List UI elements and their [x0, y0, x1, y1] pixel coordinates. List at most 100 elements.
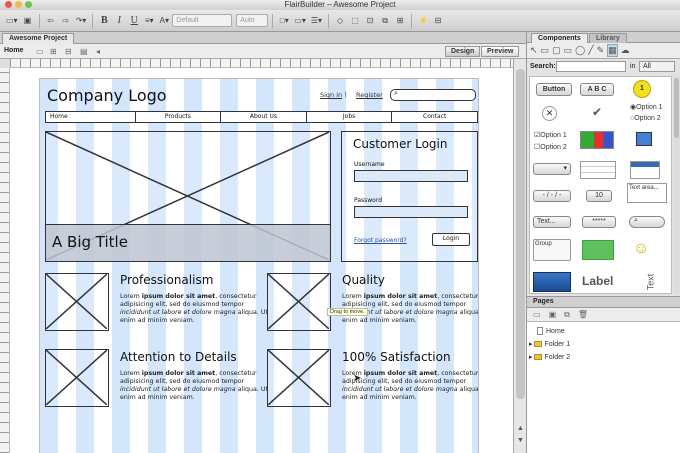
badge-component[interactable]: 1 [633, 80, 651, 98]
add-folder-icon[interactable]: ▣ [549, 310, 557, 319]
page-doc-icon[interactable]: ▭ [36, 47, 44, 56]
bolt-icon[interactable]: ⚡ [416, 14, 430, 28]
scroll-down-icon[interactable]: ▼ [517, 437, 524, 444]
design-canvas[interactable]: Company Logo Sign in | Register ⌕ Home P… [10, 68, 513, 453]
textarea-component[interactable]: Text area... [627, 183, 667, 203]
close-icon[interactable]: ✕ [542, 106, 557, 121]
zoom-window-button[interactable] [25, 1, 32, 8]
border-icon[interactable]: □▾ [277, 14, 291, 28]
feature-image-placeholder[interactable] [45, 273, 109, 331]
page-link-icon[interactable]: ⊞ [50, 47, 57, 56]
mockup-nav-bar[interactable]: Home Products About Us Jobs Contact [45, 111, 478, 123]
settings-icon[interactable]: ⊞ [393, 14, 407, 28]
feature-title-quality[interactable]: Quality [342, 273, 385, 287]
group-icon[interactable]: ⬚ [348, 14, 362, 28]
page-folder-2[interactable]: ▸ Folder 2 [529, 353, 570, 361]
page-item-home[interactable]: Home [537, 327, 565, 335]
forgot-password-link[interactable]: Forgot password? [354, 237, 407, 244]
username-field[interactable] [354, 170, 468, 182]
radio-option-1[interactable]: ◉Option 1 [630, 103, 663, 111]
smiley-icon[interactable]: ☺ [633, 240, 649, 258]
tab-library[interactable]: Library [589, 33, 627, 43]
speech-icon[interactable]: ▭ [564, 45, 573, 56]
label-component[interactable]: Label [582, 274, 613, 288]
bold-button[interactable]: B [97, 14, 111, 28]
feature-image-placeholder[interactable] [267, 273, 331, 331]
page-layer-icon[interactable]: ▤ [80, 47, 88, 56]
feature-title-professionalism[interactable]: Professionalism [120, 273, 213, 287]
password-component[interactable]: ***** [582, 216, 616, 228]
minimize-window-button[interactable] [15, 1, 22, 8]
pen-icon[interactable]: ✎ [597, 45, 605, 56]
scrollbar-thumb[interactable] [516, 69, 525, 399]
toggle-group-component[interactable]: A B C [580, 83, 614, 96]
nav-home[interactable]: Home [46, 112, 136, 122]
stepper-component[interactable]: 10 [586, 190, 612, 202]
new-icon[interactable]: ▭▾ [4, 14, 20, 28]
italic-button[interactable]: I [112, 14, 126, 28]
design-mode-button[interactable]: Design [445, 46, 481, 57]
button-component[interactable]: Button [536, 83, 572, 96]
datefield-component[interactable]: - / - / - [533, 190, 571, 202]
group-component[interactable]: Group [533, 239, 571, 261]
cut-icon[interactable]: ↷▾ [74, 14, 89, 28]
hero-title[interactable]: A Big Title [46, 224, 330, 261]
sign-in-link[interactable]: Sign in [320, 91, 342, 99]
tab-components[interactable]: Components [531, 33, 588, 43]
shape-icon[interactable]: ◇ [333, 14, 347, 28]
window-component[interactable] [636, 132, 652, 146]
nav-jobs[interactable]: Jobs [307, 112, 393, 122]
line-tool-icon[interactable]: ╱ [588, 45, 593, 56]
export-icon[interactable]: ⊟ [431, 14, 445, 28]
vertical-text-component[interactable]: Text [645, 274, 655, 291]
nav-products[interactable]: Products [136, 112, 222, 122]
nav-about-us[interactable]: About Us [221, 112, 307, 122]
align-icon[interactable]: ≡▾ [142, 14, 156, 28]
size-select[interactable]: Auto [236, 14, 269, 27]
page-folder-1[interactable]: ▸ Folder 1 [529, 340, 570, 348]
company-logo[interactable]: Company Logo [47, 86, 167, 105]
scrollbar-thumb[interactable] [674, 78, 679, 138]
collapse-icon[interactable]: ◂ [96, 47, 100, 56]
pointer-icon[interactable]: ↖ [530, 45, 538, 56]
arrange-icon[interactable]: ☰▾ [309, 14, 324, 28]
lock-icon[interactable]: ⊡ [363, 14, 377, 28]
duplicate-page-icon[interactable]: ⧉ [564, 310, 570, 320]
table-component[interactable] [630, 161, 660, 179]
rounded-rect-icon[interactable]: ▢ [552, 45, 561, 56]
component-search-input[interactable] [556, 61, 626, 72]
mockup-search-input[interactable]: ⌕ [390, 89, 476, 101]
datagrid-component[interactable] [580, 161, 616, 179]
library-scrollbar[interactable] [673, 76, 680, 294]
chart-component[interactable] [580, 131, 614, 149]
feature-title-satisfaction[interactable]: 100% Satisfaction [342, 350, 451, 364]
checkbox-option-2[interactable]: ☐Option 2 [534, 143, 567, 151]
feature-text[interactable]: Lorem ipsum dolor sit amet, consectetur … [120, 293, 270, 325]
feature-text[interactable]: Lorem ipsum dolor sit amet, consectetur … [120, 370, 270, 402]
radio-option-2[interactable]: ○Option 2 [630, 115, 661, 122]
rectangle-icon[interactable]: ▭ [541, 45, 550, 56]
tab-awesome-project[interactable]: Awesome Project [2, 33, 75, 44]
page-grid-icon[interactable]: ⊟ [65, 47, 72, 56]
image-tool-icon[interactable]: ▦ [607, 44, 618, 57]
scope-select[interactable]: All [639, 61, 675, 72]
feature-image-placeholder[interactable] [267, 349, 331, 407]
add-page-icon[interactable]: ▭ [533, 310, 541, 319]
feature-image-placeholder[interactable] [45, 349, 109, 407]
scroll-up-icon[interactable]: ▲ [517, 425, 524, 432]
checkmark-icon[interactable]: ✔ [592, 105, 602, 119]
close-window-button[interactable] [5, 1, 12, 8]
login-button[interactable]: Login [432, 233, 470, 246]
feature-text[interactable]: Lorem ipsum dolor sit amet, consectetur … [342, 370, 478, 402]
hero-image-placeholder[interactable]: A Big Title [45, 131, 331, 262]
underline-button[interactable]: U [127, 14, 141, 28]
combobox-component[interactable]: ▾ [533, 163, 571, 175]
textinput-component[interactable]: Text... [533, 216, 571, 228]
ellipse-icon[interactable]: ◯ [575, 45, 585, 56]
color-box-component[interactable] [582, 240, 614, 260]
preview-mode-button[interactable]: Preview [481, 46, 520, 57]
nav-contact[interactable]: Contact [392, 112, 477, 122]
feature-title-attention[interactable]: Attention to Details [120, 350, 237, 364]
preview-icon[interactable]: ⧉ [378, 14, 392, 28]
cloud-icon[interactable]: ☁ [621, 45, 630, 56]
